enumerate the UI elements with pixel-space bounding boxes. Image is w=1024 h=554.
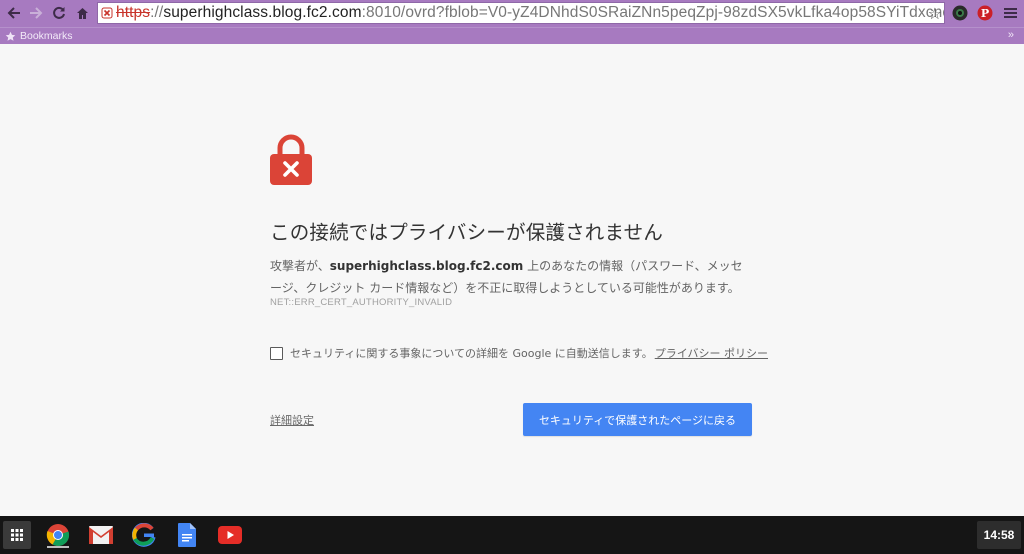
insecure-lock-icon[interactable] xyxy=(101,7,113,19)
home-icon xyxy=(76,7,88,19)
address-bar[interactable]: https://superhighclass.blog.fc2.com:8010… xyxy=(97,2,945,24)
docs-icon xyxy=(178,523,196,547)
privacy-policy-link[interactable]: プライバシー ポリシー xyxy=(655,345,768,361)
error-lock-icon xyxy=(270,134,312,185)
forward-button[interactable] xyxy=(25,2,47,24)
hamburger-menu-icon xyxy=(1003,8,1017,18)
extension-pinterest[interactable]: P xyxy=(975,3,995,23)
shelf-app-gmail[interactable] xyxy=(88,522,114,548)
browser-toolbar: https://superhighclass.blog.fc2.com:8010… xyxy=(0,0,1024,27)
menu-button[interactable] xyxy=(1000,3,1020,23)
description-prefix: 攻撃者が、 xyxy=(270,259,330,273)
bookmark-star-filled-icon xyxy=(5,31,16,41)
youtube-icon xyxy=(218,526,242,544)
shelf-app-google[interactable] xyxy=(131,522,157,548)
extension-circle-icon xyxy=(952,5,968,21)
bookmarks-overflow-icon[interactable]: » xyxy=(1008,29,1014,41)
forward-arrow-icon xyxy=(30,7,43,19)
app-grid-icon xyxy=(11,529,23,541)
active-indicator xyxy=(47,546,69,548)
error-code[interactable]: NET::ERR_CERT_AUTHORITY_INVALID xyxy=(270,297,452,308)
bookmark-star-icon[interactable]: ☆ xyxy=(928,4,942,23)
reporting-label: セキュリティに関する事象についての詳細を Google に自動送信します。 xyxy=(290,347,653,360)
reload-button[interactable] xyxy=(48,2,70,24)
description-host: superhighclass.blog.fc2.com xyxy=(329,259,524,273)
advanced-link[interactable]: 詳細設定 xyxy=(270,412,314,428)
url-scheme: https xyxy=(116,4,151,21)
back-to-safety-button[interactable]: セキュリティで保護されたページに戻る xyxy=(523,403,752,436)
shelf-app-chrome[interactable] xyxy=(45,522,71,548)
extended-reporting-option: セキュリティに関する事象についての詳細を Google に自動送信します。 プラ… xyxy=(270,345,768,361)
error-description: 攻撃者が、superhighclass.blog.fc2.com 上のあなたの情… xyxy=(270,255,750,299)
bookmarks-folder[interactable]: Bookmarks xyxy=(20,30,73,42)
chrome-icon xyxy=(46,524,70,547)
address-url: https://superhighclass.blog.fc2.com:8010… xyxy=(116,4,944,22)
gmail-icon xyxy=(89,526,113,544)
google-search-icon xyxy=(132,523,156,547)
reload-icon xyxy=(53,6,65,19)
os-shelf: 14:58 xyxy=(0,516,1024,554)
extension-dark-reader[interactable] xyxy=(950,3,970,23)
back-button[interactable] xyxy=(3,2,25,24)
app-launcher-button[interactable] xyxy=(3,521,31,549)
pinterest-icon: P xyxy=(977,5,993,21)
reporting-checkbox[interactable] xyxy=(270,346,283,360)
shelf-app-docs[interactable] xyxy=(174,522,200,548)
page-title: この接続ではプライバシーが保護されません xyxy=(270,221,664,244)
home-button[interactable] xyxy=(71,2,93,24)
back-arrow-icon xyxy=(7,7,20,19)
svg-text:P: P xyxy=(981,7,989,20)
url-host: superhighclass.blog.fc2.com xyxy=(163,4,362,21)
bookmarks-bar: Bookmarks » xyxy=(0,27,1024,44)
shelf-app-youtube[interactable] xyxy=(217,522,243,548)
url-path: :8010/ovrd?fblob=V0-yZ4DNhdS0SRaiZNn5peq… xyxy=(361,4,944,21)
url-scheme-suffix: :// xyxy=(150,4,164,21)
system-clock[interactable]: 14:58 xyxy=(977,521,1021,549)
